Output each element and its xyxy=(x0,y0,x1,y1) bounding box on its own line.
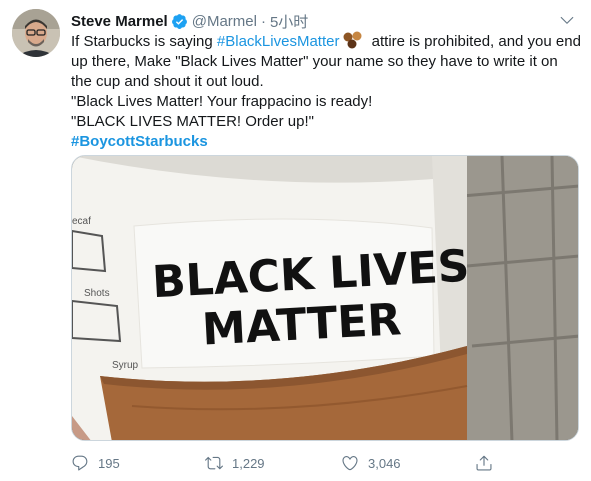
raised-fists-emoji-icon xyxy=(342,31,364,49)
tweet-timestamp[interactable]: 5小时 xyxy=(270,11,308,32)
text-segment: If Starbucks is saying xyxy=(71,33,217,50)
chevron-down-icon[interactable] xyxy=(558,11,576,29)
heart-icon xyxy=(342,456,358,471)
author-handle[interactable]: @Marmel xyxy=(192,13,257,30)
svg-text:Syrup: Syrup xyxy=(112,360,139,371)
share-button[interactable] xyxy=(475,454,502,472)
share-icon xyxy=(476,455,492,471)
reply-button[interactable]: 195 xyxy=(71,454,120,472)
tweet[interactable]: Steve Marmel @Marmel · 5小时 If Starbucks … xyxy=(0,0,591,481)
retweet-icon xyxy=(205,456,223,470)
separator-dot: · xyxy=(260,12,266,30)
retweet-button[interactable]: 1,229 xyxy=(205,454,265,472)
like-count: 3,046 xyxy=(368,455,401,471)
hashtag-link[interactable]: #BoycottStarbucks xyxy=(71,133,208,150)
retweet-count: 1,229 xyxy=(232,455,265,471)
svg-text:Shots: Shots xyxy=(84,288,110,299)
author-name[interactable]: Steve Marmel xyxy=(71,13,168,30)
tweet-actions: 195 1,229 3,046 xyxy=(71,453,571,473)
avatar[interactable] xyxy=(12,9,60,57)
tweet-image[interactable]: ecaf Shots Syrup BLACK LIVES MATTER xyxy=(71,155,579,441)
tweet-paragraph: "BLACK LIVES MATTER! Order up!" xyxy=(71,113,314,130)
tweet-paragraph: #BoycottStarbucks xyxy=(71,132,581,152)
like-button[interactable]: 3,046 xyxy=(341,454,401,472)
reply-icon xyxy=(72,455,88,471)
svg-text:ecaf: ecaf xyxy=(72,216,91,227)
tweet-paragraph: If Starbucks is saying #BlackLivesMatter… xyxy=(71,31,581,92)
cup-text-line2: MATTER xyxy=(201,294,403,355)
reply-count: 195 xyxy=(98,455,120,471)
hashtag-link[interactable]: #BlackLivesMatter xyxy=(217,33,340,50)
verified-badge-icon xyxy=(171,13,188,30)
tweet-paragraph: "Black Lives Matter! Your frappacino is … xyxy=(71,93,373,110)
tweet-header: Steve Marmel @Marmel · 5小时 xyxy=(71,11,308,31)
tweet-text: If Starbucks is saying #BlackLivesMatter… xyxy=(71,31,581,152)
